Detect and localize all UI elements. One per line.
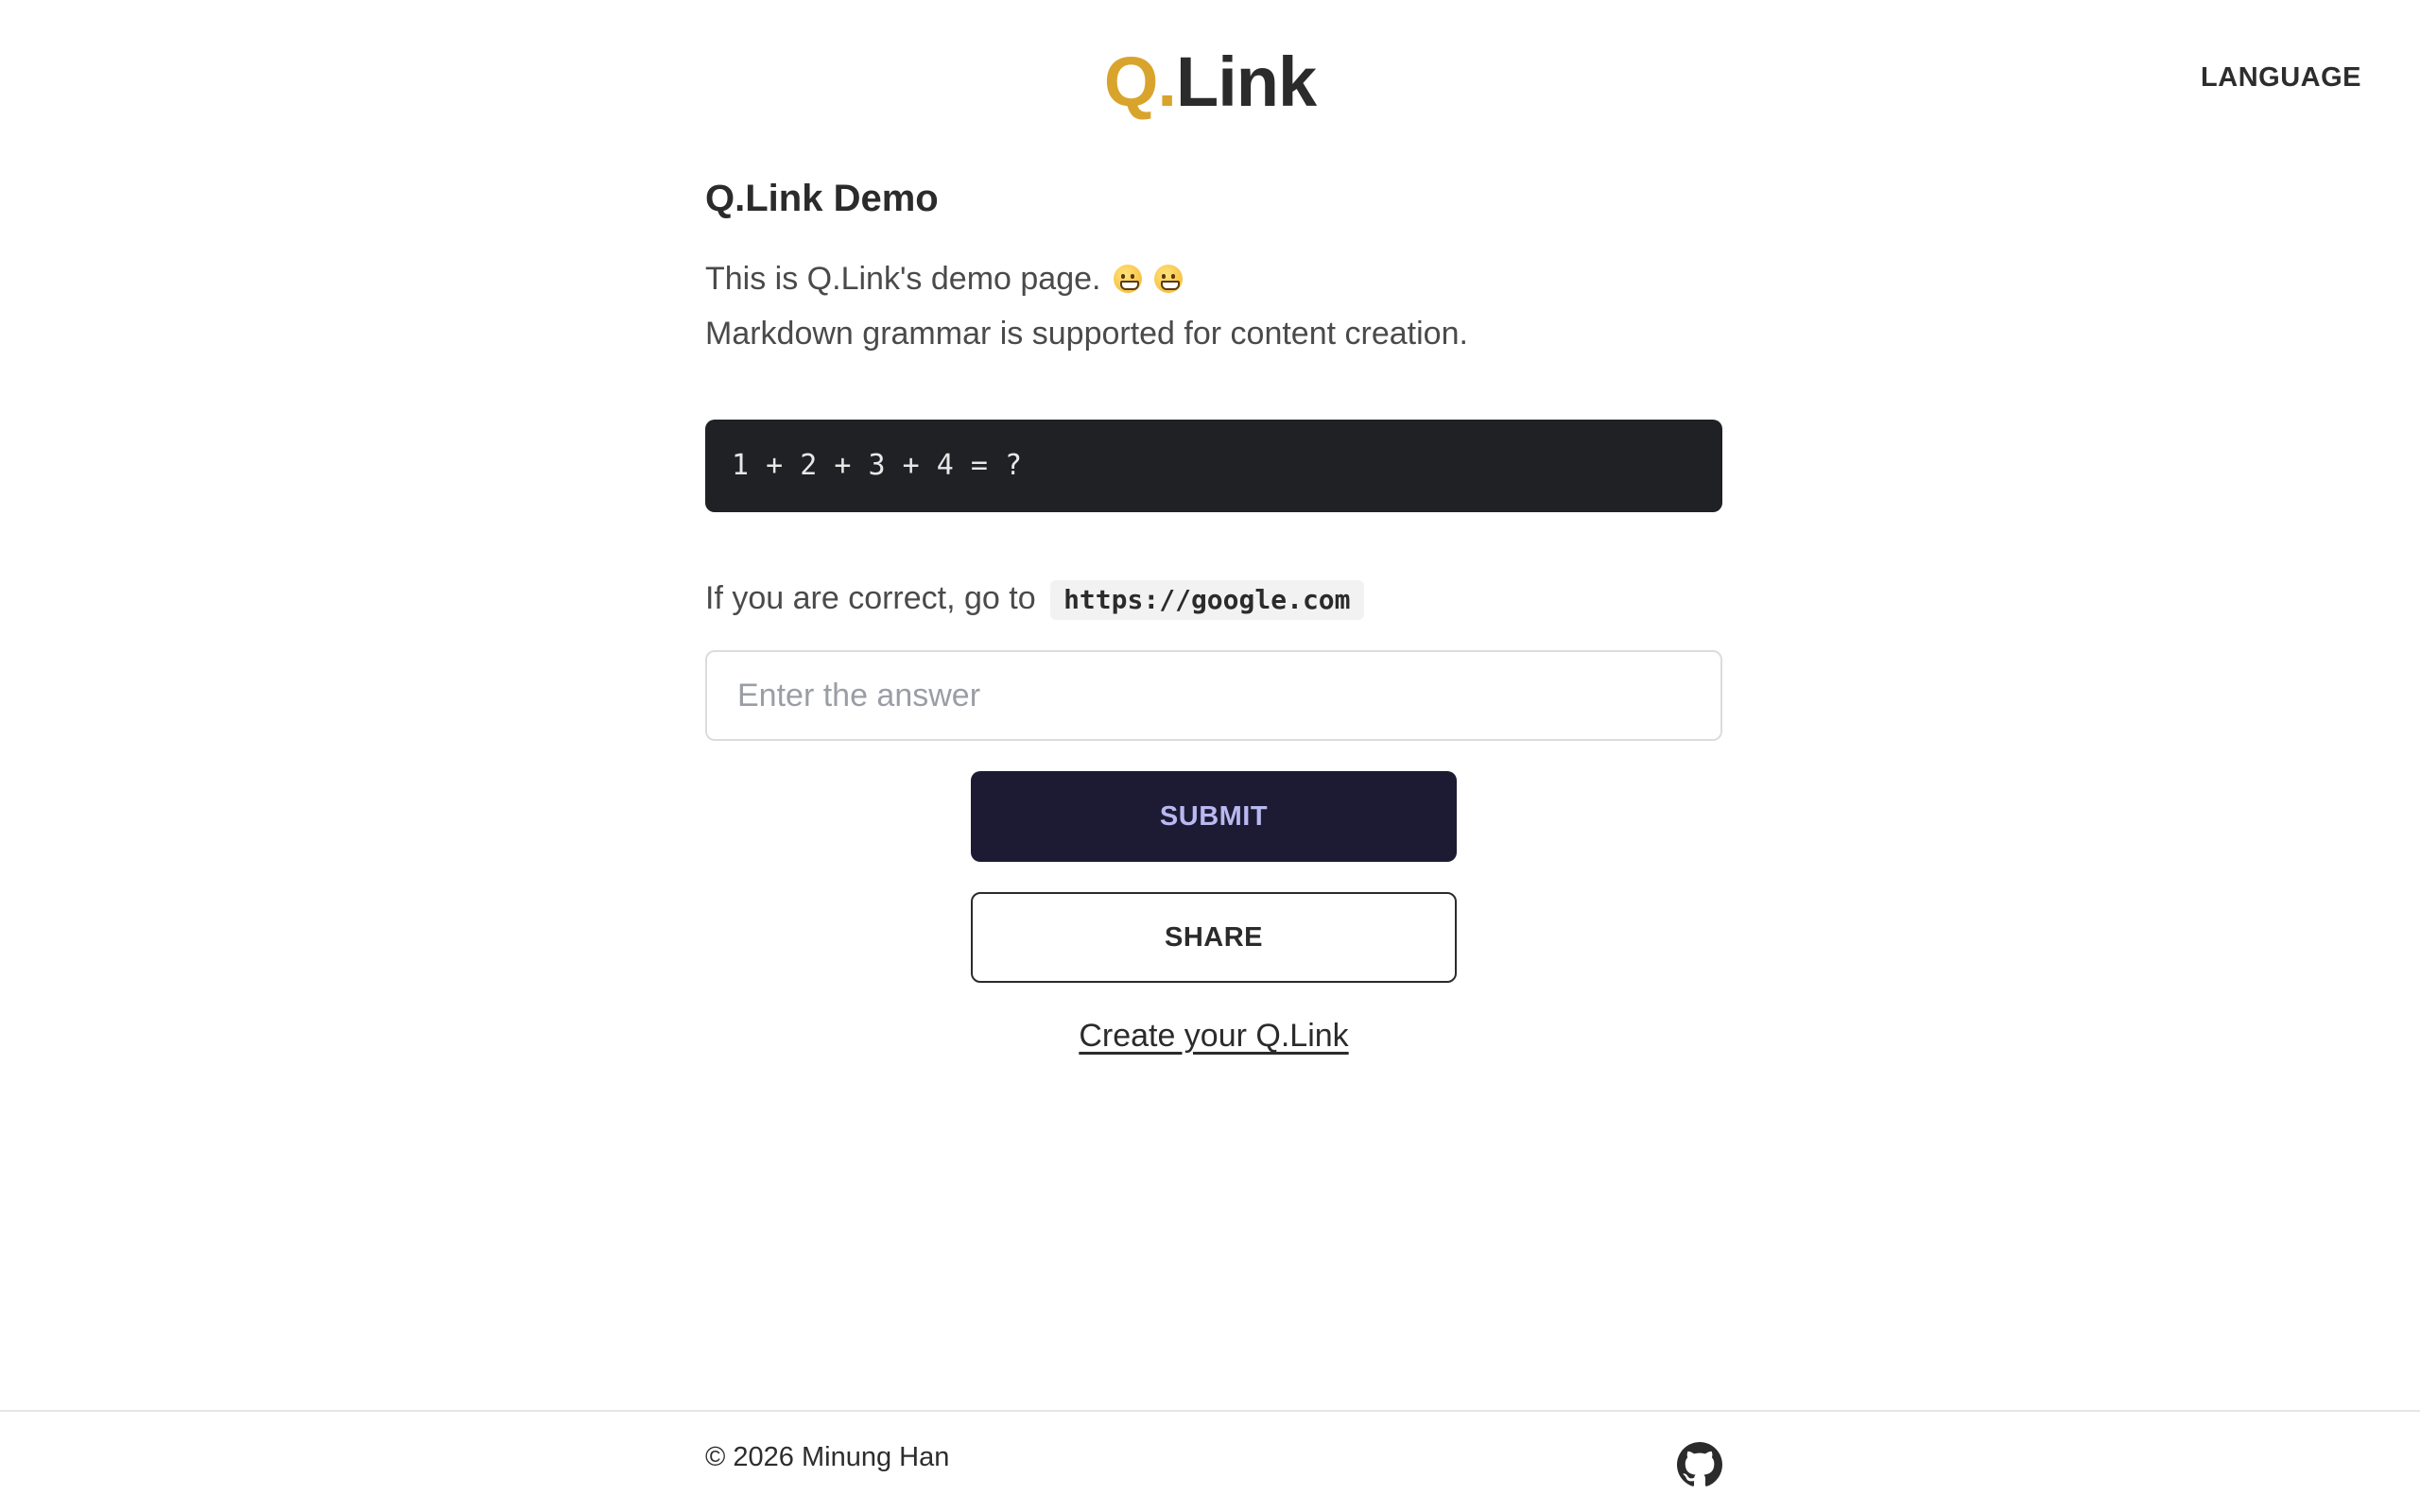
- question-code-block: 1 + 2 + 3 + 4 = ?: [705, 420, 1722, 512]
- target-line: If you are correct, go to https://google…: [705, 575, 1722, 622]
- main-content: Q.Link Demo This is Q.Link's demo page. …: [705, 170, 1722, 1057]
- grinning-face-icon: [1154, 265, 1184, 293]
- grinning-face-icon: [1113, 265, 1142, 293]
- answer-input[interactable]: [705, 650, 1722, 741]
- description-text-1: This is Q.Link's demo page.: [705, 261, 1101, 297]
- logo[interactable]: Q.Link: [0, 40, 2420, 125]
- description-line-1: This is Q.Link's demo page.: [705, 251, 1722, 306]
- github-icon[interactable]: [1677, 1442, 1722, 1487]
- description: This is Q.Link's demo page. Markdown gra…: [705, 251, 1722, 361]
- create-qlink-link[interactable]: Create your Q.Link: [705, 1015, 1722, 1057]
- footer: © 2026 Minung Han: [0, 1410, 2420, 1512]
- target-url: https://google.com: [1050, 580, 1364, 620]
- page-title: Q.Link Demo: [705, 178, 939, 219]
- language-button[interactable]: LANGUAGE: [2201, 62, 2361, 94]
- description-line-2: Markdown grammar is supported for conten…: [705, 316, 1468, 352]
- target-prefix: If you are correct, go to: [705, 580, 1036, 616]
- submit-button[interactable]: SUBMIT: [971, 771, 1457, 862]
- logo-link: Link: [1176, 43, 1317, 121]
- logo-q: Q.: [1103, 43, 1177, 121]
- share-button[interactable]: SHARE: [971, 892, 1457, 983]
- copyright-text: © 2026 Minung Han: [705, 1442, 950, 1472]
- header: Q.Link LANGUAGE: [0, 0, 2420, 170]
- page: Q.Link LANGUAGE Q.Link Demo This is Q.Li…: [0, 0, 2420, 1512]
